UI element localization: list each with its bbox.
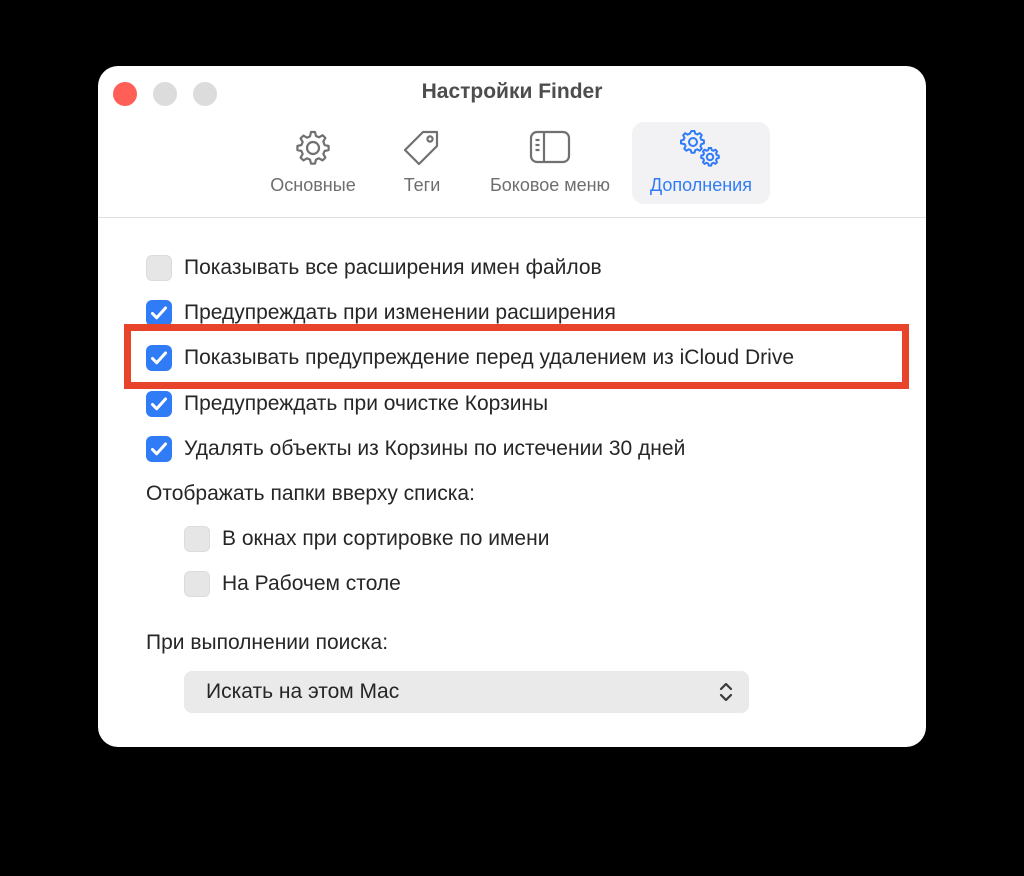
checkbox-unchecked[interactable] (184, 571, 210, 597)
checkbox-checked[interactable] (146, 300, 172, 326)
option-label: Удалять объекты из Корзины по истечении … (184, 437, 686, 460)
tab-tags[interactable]: Теги (384, 122, 460, 204)
option-show-extensions[interactable]: Показывать все расширения имен файлов (146, 253, 602, 283)
option-label: В окнах при сортировке по имени (222, 527, 550, 550)
tag-icon (401, 128, 443, 173)
gear-icon (293, 128, 333, 173)
option-label: Показывать все расширения имен файлов (184, 256, 602, 279)
option-label: Предупреждать при очистке Корзины (184, 392, 549, 415)
folders-on-top-heading: Отображать папки вверху списка: (146, 482, 475, 505)
tab-label: Основные (270, 175, 356, 195)
highlight-box (124, 324, 909, 389)
option-label: Предупреждать при изменении расширения (184, 301, 616, 324)
tab-sidebar[interactable]: Боковое меню (478, 122, 622, 204)
option-remove-trash-30-days[interactable]: Удалять объекты из Корзины по истечении … (146, 434, 685, 464)
option-folders-desktop[interactable]: На Рабочем столе (184, 569, 401, 599)
sidebar-icon (528, 128, 572, 171)
window-title: Настройки Finder (421, 80, 603, 103)
search-scope-value: Искать на этом Mac (206, 680, 400, 703)
option-label: На Рабочем столе (222, 572, 401, 595)
tab-advanced[interactable]: Дополнения (632, 122, 770, 204)
checkbox-checked[interactable] (146, 391, 172, 417)
checkbox-unchecked[interactable] (184, 526, 210, 552)
tab-general[interactable]: Основные (258, 122, 368, 204)
option-folders-windows[interactable]: В окнах при сортировке по имени (184, 524, 549, 554)
finder-settings-window: Настройки Finder Основные Теги Боковое м… (98, 66, 926, 747)
tab-label: Боковое меню (489, 175, 611, 195)
search-scope-select[interactable]: Искать на этом Mac (184, 671, 749, 713)
tab-label: Теги (403, 175, 441, 195)
toolbar-divider (98, 217, 926, 218)
gears-icon (675, 128, 727, 177)
checkbox-unchecked[interactable] (146, 255, 172, 281)
checkmark-icon (151, 306, 167, 320)
option-warn-empty-trash[interactable]: Предупреждать при очистке Корзины (146, 389, 548, 419)
checkmark-icon (151, 442, 167, 456)
search-heading: При выполнении поиска: (146, 631, 389, 654)
checkbox-checked[interactable] (146, 436, 172, 462)
titlebar: Настройки Finder Основные Теги Боковое м… (98, 66, 926, 218)
tab-label: Дополнения (650, 175, 752, 195)
checkmark-icon (151, 397, 167, 411)
chevron-updown-icon (719, 682, 733, 707)
